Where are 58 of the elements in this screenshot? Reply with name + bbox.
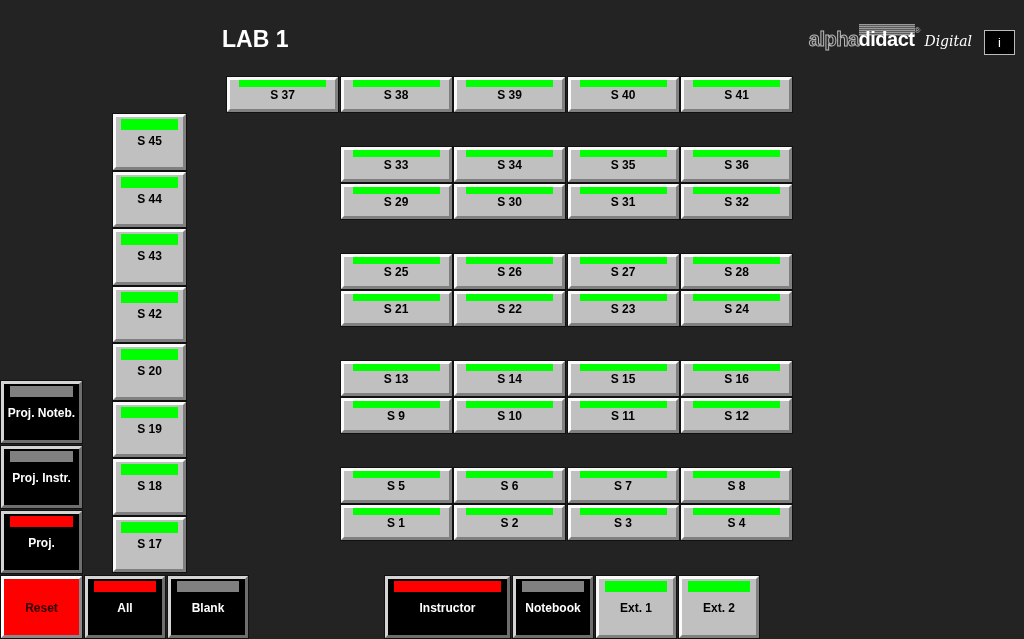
station-button[interactable]: S 32	[681, 184, 792, 219]
station-button[interactable]: S 15	[567, 361, 679, 396]
station-button[interactable]: S 1	[340, 505, 452, 540]
station-button[interactable]: S 21	[340, 291, 452, 326]
station-button[interactable]: S 7	[567, 468, 679, 503]
station-button[interactable]: S 37	[227, 77, 338, 112]
station-button[interactable]: S 23	[567, 291, 679, 326]
station-button[interactable]: S 14	[454, 361, 565, 396]
station-button[interactable]: S 18	[113, 459, 186, 515]
station-button[interactable]: S 33	[340, 147, 452, 182]
station-button[interactable]: S 29	[340, 184, 452, 219]
station-button[interactable]: S 25	[340, 254, 452, 289]
station-button[interactable]: S 22	[454, 291, 565, 326]
control-button[interactable]: Notebook	[513, 576, 593, 638]
control-button[interactable]: Blank	[168, 576, 248, 638]
control-button[interactable]: Reset	[1, 576, 82, 638]
control-button[interactable]: Proj. Instr.	[1, 446, 82, 508]
station-button[interactable]: S 2	[454, 505, 565, 540]
station-button[interactable]: S 27	[567, 254, 679, 289]
station-button[interactable]: S 44	[113, 171, 186, 227]
station-button[interactable]: S 6	[454, 468, 565, 503]
station-button[interactable]: S 45	[113, 114, 186, 170]
station-button[interactable]: S 31	[567, 184, 679, 219]
station-button[interactable]: S 20	[113, 344, 186, 400]
control-button[interactable]: Proj.	[1, 511, 82, 573]
station-button[interactable]: S 11	[567, 398, 679, 433]
station-button[interactable]: S 4	[681, 505, 792, 540]
station-button[interactable]: S 28	[681, 254, 792, 289]
station-button[interactable]: S 3	[567, 505, 679, 540]
station-button[interactable]: S 35	[567, 147, 679, 182]
station-button[interactable]: S 5	[340, 468, 452, 503]
info-button[interactable]: i	[984, 30, 1015, 55]
control-button[interactable]: Ext. 1	[596, 576, 676, 638]
station-button[interactable]: S 9	[340, 398, 452, 433]
station-button[interactable]: S 13	[340, 361, 452, 396]
station-button[interactable]: S 26	[454, 254, 565, 289]
station-button[interactable]: S 34	[454, 147, 565, 182]
station-button[interactable]: S 8	[681, 468, 792, 503]
station-button[interactable]: S 19	[113, 401, 186, 457]
station-button[interactable]: S 40	[567, 77, 679, 112]
station-button[interactable]: S 16	[681, 361, 792, 396]
station-button[interactable]: S 42	[113, 286, 186, 342]
station-button[interactable]: S 38	[340, 77, 452, 112]
control-button[interactable]: Proj. Noteb.	[1, 381, 82, 443]
station-button[interactable]: S 39	[454, 77, 565, 112]
control-button[interactable]: Instructor	[385, 576, 510, 638]
station-button[interactable]: S 17	[113, 516, 186, 572]
station-button[interactable]: S 12	[681, 398, 792, 433]
lab-title: LAB 1	[222, 26, 289, 52]
station-button[interactable]: S 43	[113, 229, 186, 285]
control-button[interactable]: Ext. 2	[679, 576, 759, 638]
station-button[interactable]: S 10	[454, 398, 565, 433]
control-button[interactable]: All	[85, 576, 165, 638]
station-button[interactable]: S 41	[681, 77, 792, 112]
station-button[interactable]: S 36	[681, 147, 792, 182]
station-button[interactable]: S 24	[681, 291, 792, 326]
brand-logo: alphadidact® Digital	[808, 24, 972, 52]
station-button[interactable]: S 30	[454, 184, 565, 219]
